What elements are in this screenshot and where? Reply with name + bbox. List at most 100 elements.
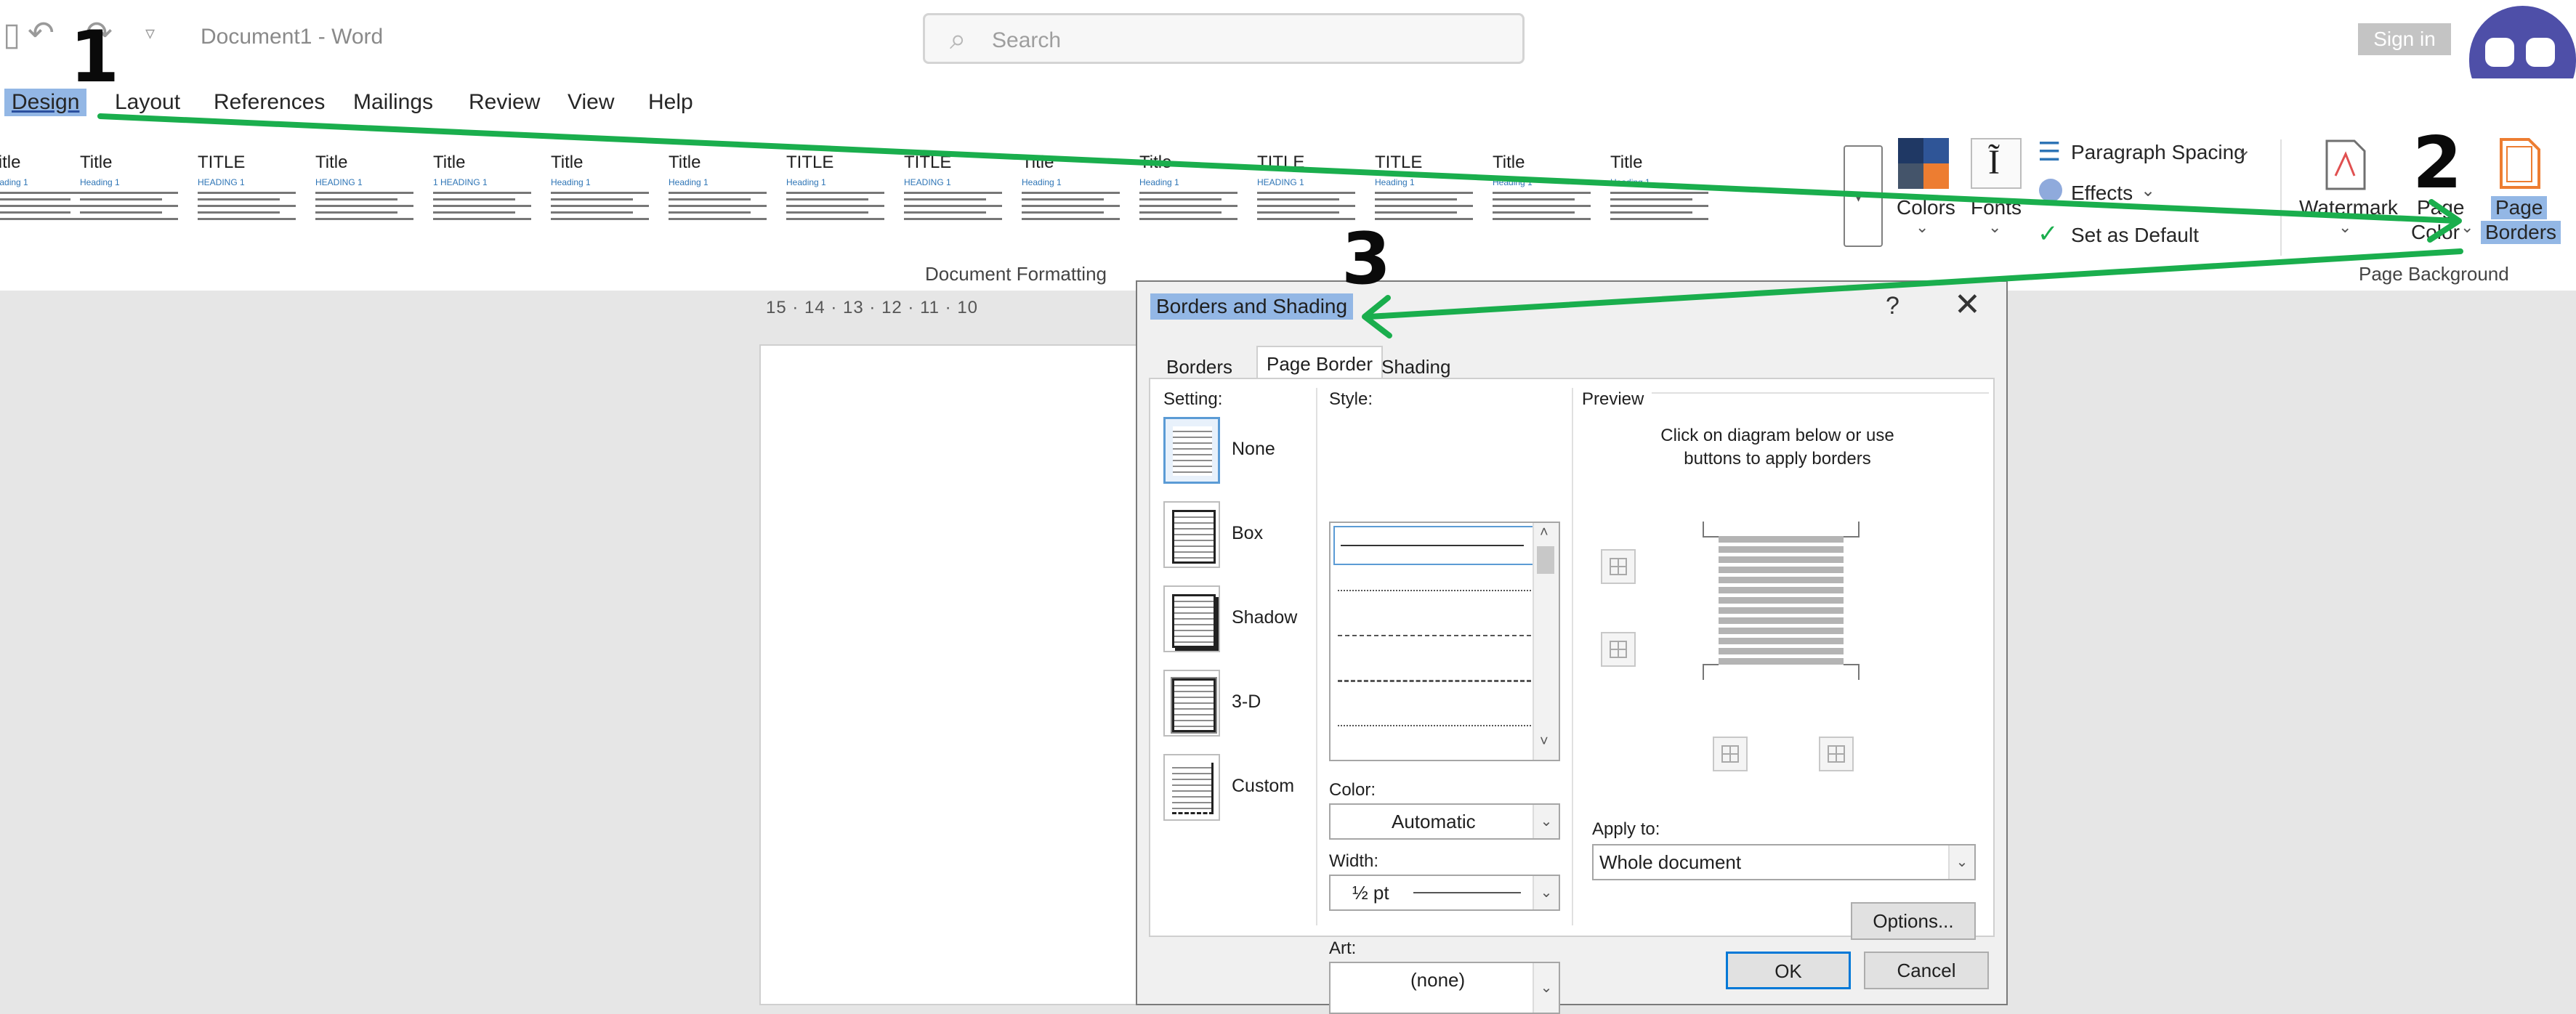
top-border-button[interactable] (1601, 549, 1636, 584)
theme-thumbnail-text-line (786, 218, 884, 220)
page-color-label-2[interactable]: Color (2411, 221, 2460, 244)
chevron-down-icon[interactable]: ⌄ (1948, 845, 1974, 879)
theme-thumbnail-heading: Heading 1 (1139, 177, 1179, 187)
setting-box-preview (1172, 510, 1216, 564)
setting-none-icon[interactable] (1163, 417, 1220, 484)
theme-thumbnail[interactable]: TITLE Heading 1 (1375, 153, 1484, 234)
tab-references[interactable]: References (214, 90, 325, 115)
watermark-button-label[interactable]: Watermark (2299, 196, 2398, 219)
style-option-long-dash[interactable] (1338, 680, 1531, 684)
setting-3d-icon[interactable] (1163, 670, 1220, 737)
setting-box-icon[interactable] (1163, 501, 1220, 568)
setting-3d-label[interactable]: 3-D (1232, 691, 1261, 713)
preview-rule (1652, 392, 1989, 394)
setting-shadow-label[interactable]: Shadow (1232, 607, 1297, 628)
chevron-down-icon[interactable]: ⌄ (1533, 805, 1559, 838)
style-scrollbar[interactable]: ˄ ˅ (1533, 523, 1559, 760)
paragraph-spacing-chevron-icon: ⌄ (2237, 140, 2252, 160)
fonts-icon[interactable]: Ĩ (1971, 138, 2022, 189)
color-label: Color: (1329, 780, 1376, 800)
gallery-more-button[interactable]: ▾ (1844, 145, 1883, 247)
width-value: ½ pt (1352, 882, 1389, 904)
sign-in-button[interactable]: Sign in (2358, 23, 2451, 55)
theme-thumbnail-text-line (904, 205, 1002, 207)
setting-custom-label[interactable]: Custom (1232, 776, 1294, 797)
setting-custom-icon[interactable] (1163, 754, 1220, 821)
theme-thumbnail[interactable]: TITLE HEADING 1 (904, 153, 1013, 234)
search-input[interactable]: Search (992, 28, 1061, 53)
theme-thumbnail[interactable]: Title HEADING 1 (315, 153, 424, 234)
apply-to-dropdown[interactable]: Whole document ⌄ (1592, 844, 1976, 880)
theme-thumbnail[interactable]: Title 1 HEADING 1 (433, 153, 542, 234)
tab-help[interactable]: Help (648, 90, 693, 115)
bottom-border-button[interactable] (1601, 632, 1636, 667)
style-label: Style: (1329, 389, 1373, 409)
theme-thumbnail[interactable]: TITLE Heading 1 (786, 153, 895, 234)
help-button[interactable]: ? (1886, 292, 1899, 320)
fonts-button-label[interactable]: Fonts (1971, 196, 2022, 219)
scroll-thumb[interactable] (1537, 546, 1554, 574)
preview-text-lines (1719, 536, 1844, 667)
options-button[interactable]: Options... (1851, 902, 1976, 940)
preview-diagram[interactable] (1703, 522, 1860, 680)
tab-review[interactable]: Review (469, 90, 540, 115)
style-option-dotted[interactable] (1338, 590, 1531, 593)
theme-thumbnail[interactable]: Title Heading 1 (80, 153, 189, 234)
close-icon[interactable]: ✕ (1954, 286, 1981, 323)
watermark-chevron-icon: ⌄ (2338, 218, 2352, 236)
effects-button[interactable]: Effects (2071, 182, 2133, 205)
panel-divider (1316, 388, 1317, 925)
page-borders-label-2[interactable]: Borders (2481, 221, 2561, 244)
save-icon[interactable]: ▯ (3, 16, 20, 53)
chevron-down-icon[interactable]: ⌄ (1533, 876, 1559, 909)
tab-view[interactable]: View (568, 90, 614, 115)
scroll-down-icon[interactable]: ˅ (1540, 734, 1549, 750)
style-line-solid (1341, 545, 1524, 546)
theme-thumbnail-text-line (1493, 198, 1575, 200)
setting-box-label[interactable]: Box (1232, 523, 1263, 544)
tab-mailings[interactable]: Mailings (353, 90, 433, 115)
style-option-dashed[interactable] (1338, 635, 1531, 638)
colors-icon[interactable] (1898, 138, 1949, 189)
page-borders-icon[interactable] (2500, 138, 2540, 189)
setting-none-label[interactable]: None (1232, 439, 1275, 460)
color-dropdown[interactable]: Automatic ⌄ (1329, 803, 1560, 840)
left-border-button[interactable] (1713, 737, 1748, 771)
width-dropdown[interactable]: ½ pt ⌄ (1329, 875, 1560, 911)
theme-thumbnail-text-line (551, 192, 649, 194)
theme-thumbnail[interactable]: TITLE HEADING 1 (198, 153, 307, 234)
theme-thumbnail-text-line (1139, 192, 1237, 194)
style-option-dash-dot[interactable] (1338, 725, 1531, 728)
theme-thumbnail-title: Title (551, 153, 584, 172)
customize-qat-icon[interactable]: ▿ (145, 22, 155, 44)
cancel-button[interactable]: Cancel (1864, 952, 1989, 989)
theme-thumbnail[interactable]: Title Heading 1 (1493, 153, 1602, 234)
style-list[interactable]: ˄ ˅ (1329, 522, 1560, 761)
theme-thumbnail[interactable]: Title Heading 1 (1022, 153, 1131, 234)
watermark-icon[interactable] (2325, 139, 2366, 190)
theme-thumbnail[interactable]: Title Heading 1 (551, 153, 660, 234)
page-borders-label-1[interactable]: Page (2491, 196, 2548, 219)
setting-shadow-icon[interactable] (1163, 585, 1220, 652)
colors-button-label[interactable]: Colors (1897, 196, 1955, 219)
theme-thumbnail-text-line (433, 198, 515, 200)
search-box[interactable]: ⌕ Search (923, 13, 1525, 64)
style-option-selected[interactable] (1333, 526, 1534, 565)
tab-layout[interactable]: Layout (115, 90, 180, 115)
paragraph-spacing-button[interactable]: Paragraph Spacing (2071, 141, 2245, 164)
theme-thumbnail[interactable]: Title Heading 1 (669, 153, 778, 234)
undo-icon[interactable]: ↶ (28, 15, 54, 52)
scroll-up-icon[interactable]: ˄ (1540, 524, 1549, 541)
theme-thumbnail-text-line (315, 192, 413, 194)
theme-thumbnail-text-line (1610, 192, 1708, 194)
theme-thumbnail-title: TITLE (904, 153, 952, 172)
theme-thumbnail-text-line (433, 205, 531, 207)
right-border-button[interactable] (1819, 737, 1854, 771)
theme-thumbnail[interactable]: Title Heading 1 (1139, 153, 1248, 234)
set-as-default-button[interactable]: Set as Default (2071, 224, 2199, 247)
theme-thumbnail-heading: HEADING 1 (1257, 177, 1304, 187)
art-dropdown[interactable]: (none) ⌄ (1329, 962, 1560, 1014)
theme-thumbnail[interactable]: Title Heading 1 (1610, 153, 1719, 234)
theme-thumbnail-text-line (1139, 205, 1237, 207)
ok-button[interactable]: OK (1726, 952, 1851, 989)
